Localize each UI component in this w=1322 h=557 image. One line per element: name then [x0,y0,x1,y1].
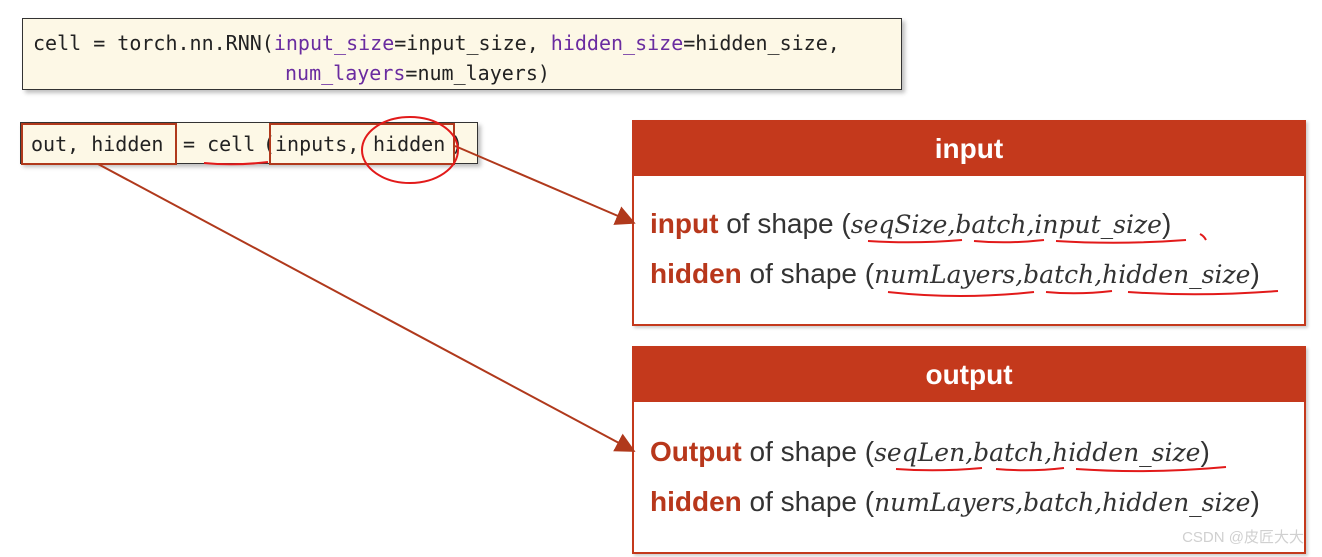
dim-c: hidden_size [1052,438,1201,467]
term-end: ) [1250,258,1260,289]
code-text: =input_size, [394,31,551,55]
term-text: of shape ( [741,486,875,517]
dim-b: batch [955,210,1027,239]
dim-a: seqLen [874,438,966,467]
term-name: hidden [650,258,742,289]
eq-cell-text: = cell [183,132,256,156]
code-text: =hidden_size, [683,31,840,55]
dim-c: hidden_size [1102,260,1251,289]
hidden-out-shape-row: hidden of shape (numLayers,batch,hidden_… [650,486,1260,518]
code-line-1: cell = torch.nn.RNN(input_size=input_siz… [33,31,840,55]
term-name: input [650,208,719,239]
rnn-constructor-code: cell = torch.nn.RNN(input_size=input_siz… [22,18,902,90]
outputs-highlight-box [21,123,177,165]
dim-a: numLayers [874,260,1016,289]
dim-a: numLayers [874,488,1016,517]
comma: , [1015,488,1024,517]
rnn-call-code: out, hidden = cell ( inputs, hidden ) [20,122,478,165]
term-name: hidden [650,486,742,517]
dim-a: seqSize [850,210,948,239]
dim-c: input_size [1034,210,1162,239]
term-end: ) [1200,436,1210,467]
term-name: Output [650,436,742,467]
term-end: ) [1161,208,1172,239]
dim-b: batch [1023,488,1095,517]
kwarg-hidden-size: hidden_size [550,31,684,55]
arrow-to-output-panel [97,163,636,452]
comma: , [1044,438,1053,467]
comma: , [1094,260,1103,289]
output-shape-row: Output of shape (seqLen,batch,hidden_siz… [650,436,1210,468]
dim-b: batch [973,438,1045,467]
code-line-2: num_layers=num_layers) [285,61,550,85]
code-text: =num_layers) [405,61,550,85]
term-text: of shape ( [741,436,875,467]
comma: , [965,438,974,467]
comma: , [1015,260,1024,289]
input-shape-panel: input input of shape (seqSize,batch,inpu… [632,120,1306,326]
output-shape-panel: output Output of shape (seqLen,batch,hid… [632,346,1306,554]
kwarg-input-size: input_size [273,31,395,55]
watermark: CSDN @皮匠大大 [1182,529,1304,546]
panel-title: output [634,348,1304,402]
dim-c: hidden_size [1102,488,1251,517]
args-highlight-box [269,123,455,165]
kwarg-num-layers: num_layers [285,61,406,85]
hidden-shape-row: hidden of shape (numLayers,batch,hidden_… [650,258,1260,290]
dim-b: batch [1023,260,1095,289]
code-text: cell = torch.nn.RNN( [33,31,274,55]
arrow-to-input-panel [454,145,636,225]
panel-title: input [634,122,1304,176]
term-text: of shape ( [741,258,875,289]
input-shape-row: input of shape (seqSize,batch,input_size… [650,208,1171,240]
term-end: ) [1250,486,1260,517]
comma: , [1094,488,1103,517]
term-text: of shape ( [718,208,851,239]
